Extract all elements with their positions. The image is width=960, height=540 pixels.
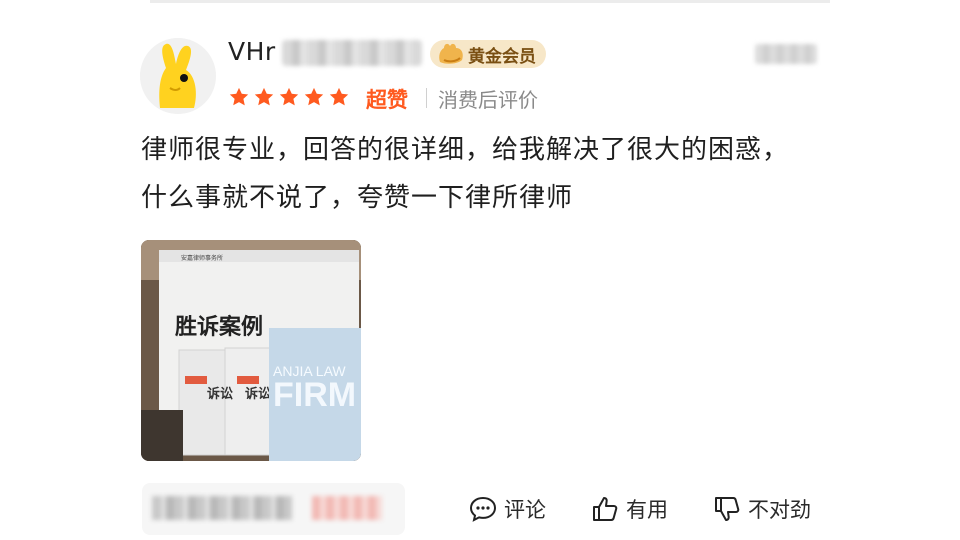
member-badge[interactable]: 黄金会员 <box>430 40 546 68</box>
svg-text:诉讼: 诉讼 <box>245 386 271 402</box>
comment-button[interactable]: 评论 <box>468 494 546 524</box>
username-mask <box>282 40 422 66</box>
rating-note: 消费后评价 <box>438 88 538 112</box>
user-avatar[interactable] <box>140 38 216 114</box>
not-right-button[interactable]: 不对劲 <box>712 494 811 524</box>
review-photo[interactable]: 安嘉律师事务所 胜诉案例 诉讼 诉讼 ANJIA LAW FIRM <box>141 240 361 461</box>
thumbs-down-icon <box>715 497 740 521</box>
star-icon <box>304 87 324 106</box>
review-card: VHr 黄金会员 超赞 消费后评价 律师很专业，回答的很详细，给我解决了很大的困… <box>0 0 960 540</box>
useful-label: 有用 <box>626 498 668 522</box>
review-text: 律师很专业，回答的很详细，给我解决了很大的困惑，什么事就不说了，夸赞一下律所律师 <box>141 135 790 213</box>
law-firm-brochure-image: 安嘉律师事务所 胜诉案例 诉讼 诉讼 ANJIA LAW FIRM <box>141 240 361 461</box>
rabbit-glove-avatar-icon <box>140 38 216 114</box>
svg-text:安嘉律师事务所: 安嘉律师事务所 <box>181 254 223 262</box>
member-badge-label: 黄金会员 <box>468 46 536 67</box>
rating-label: 超赞 <box>366 88 408 112</box>
useful-button[interactable]: 有用 <box>590 494 668 524</box>
username[interactable]: VHr <box>228 37 276 66</box>
not-right-label: 不对劲 <box>748 498 811 522</box>
blurred-text-mask <box>152 496 292 520</box>
rating-divider <box>426 88 427 108</box>
comment-label: 评论 <box>504 498 546 522</box>
blurred-tag-mask <box>312 496 382 520</box>
comment-bubble-icon <box>469 496 497 522</box>
rating-stars <box>228 86 350 108</box>
svg-text:诉讼: 诉讼 <box>207 386 233 402</box>
star-icon <box>329 87 349 106</box>
review-date-mask <box>755 44 817 64</box>
star-icon <box>254 87 274 106</box>
thumbs-up-icon <box>593 497 618 521</box>
svg-text:胜诉案例: 胜诉案例 <box>175 314 263 340</box>
gold-vip-icon <box>439 43 463 64</box>
star-icon <box>229 87 249 106</box>
svg-text:FIRM: FIRM <box>273 376 356 414</box>
star-icon <box>279 87 299 106</box>
